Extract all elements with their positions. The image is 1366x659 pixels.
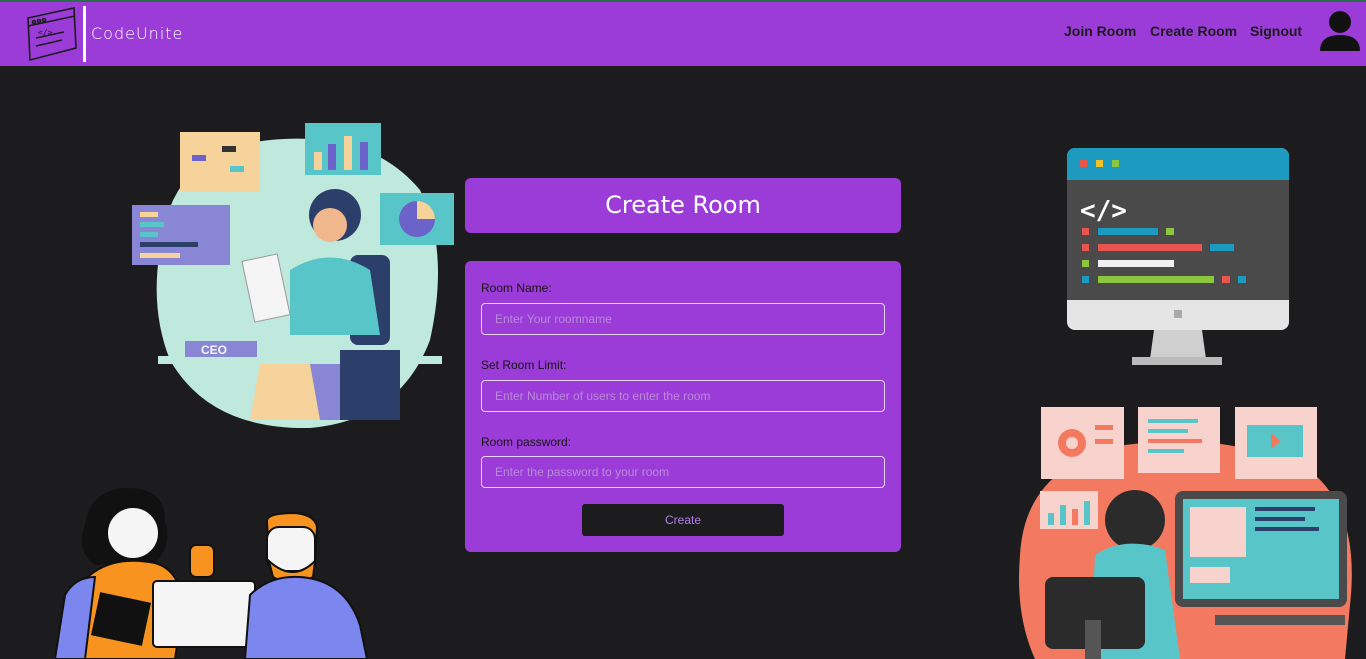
create-button[interactable]: Create <box>582 504 784 536</box>
svg-text:CEO: CEO <box>201 343 227 357</box>
room-name-label: Room Name: <box>481 281 552 295</box>
nav-join-room[interactable]: Join Room <box>1064 23 1136 39</box>
logo-icon[interactable]: </> <box>24 4 94 64</box>
nav-create-room[interactable]: Create Room <box>1150 23 1237 39</box>
room-limit-label: Set Room Limit: <box>481 358 567 372</box>
room-password-input[interactable] <box>481 456 885 488</box>
page-title-card: Create Room <box>465 178 901 233</box>
page-title: Create Room <box>605 191 761 219</box>
brand-name[interactable]: CodeUnite <box>91 24 183 43</box>
svg-text:</>: </> <box>38 28 53 37</box>
ceo-illustration: CEO <box>132 123 454 429</box>
room-name-input[interactable] <box>481 303 885 335</box>
room-password-label: Room password: <box>481 435 572 449</box>
monitor-illustration: </> <box>1067 148 1289 365</box>
nav-signout[interactable]: Signout <box>1250 23 1302 39</box>
room-limit-input[interactable] <box>481 380 885 412</box>
team-illustration <box>55 487 369 659</box>
svg-text:</>: </> <box>1080 196 1127 226</box>
create-room-form: Room Name: Set Room Limit: Room password… <box>465 261 901 552</box>
navbar: </> CodeUnite Join Room Create Room Sign… <box>0 0 1366 66</box>
developer-illustration <box>1019 407 1352 659</box>
user-icon[interactable] <box>1318 9 1362 51</box>
